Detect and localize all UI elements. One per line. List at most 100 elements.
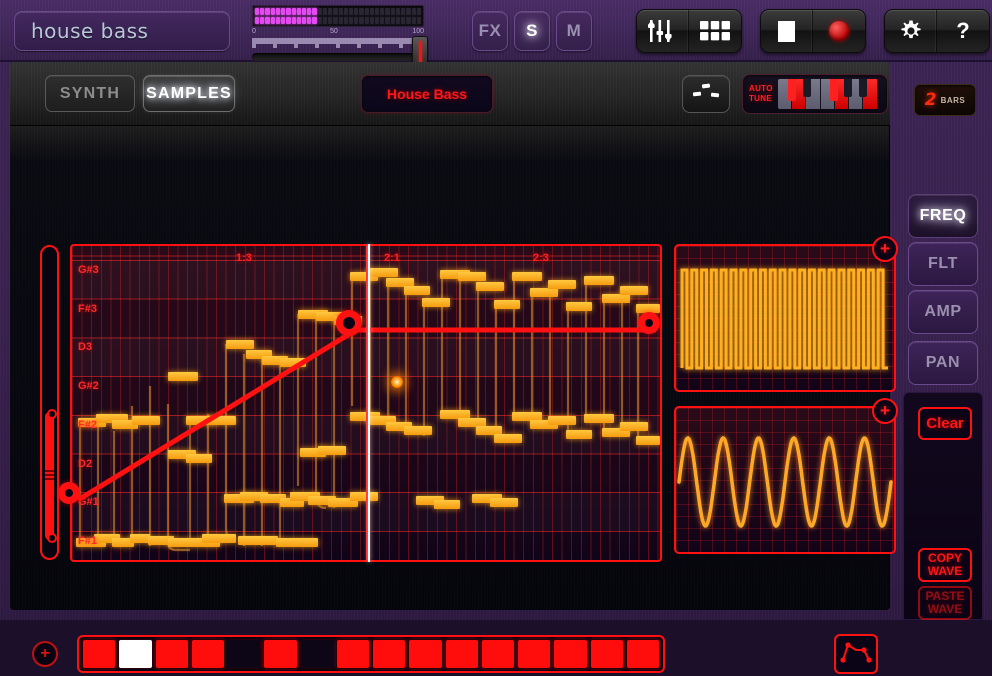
note-sequence-button[interactable]	[682, 75, 730, 113]
sequencer-step[interactable]	[625, 639, 660, 669]
main-panel: SYNTH SAMPLES House Bass AUTO TUNE G#3 F…	[10, 62, 898, 674]
clear-button[interactable]: Clear	[918, 407, 972, 440]
autotune-black-key[interactable]	[788, 79, 797, 101]
tab-synth[interactable]: SYNTH	[45, 75, 135, 112]
note-block[interactable]	[584, 276, 614, 285]
note-block[interactable]	[584, 414, 614, 423]
note-block[interactable]	[620, 286, 648, 295]
sequencer-step[interactable]	[118, 639, 153, 669]
note-block[interactable]	[132, 416, 160, 425]
freq-button[interactable]: FREQ	[908, 194, 978, 238]
note-block[interactable]	[458, 272, 486, 281]
add-square-wave-button[interactable]: +	[872, 236, 898, 262]
note-block[interactable]	[318, 446, 346, 455]
vu-segment	[406, 8, 411, 15]
sequencer-step[interactable]	[444, 639, 479, 669]
pads-view-button[interactable]	[689, 10, 741, 52]
stop-button[interactable]	[761, 10, 813, 52]
copy-wave-button[interactable]: COPY WAVE	[918, 548, 972, 582]
note-block[interactable]	[476, 282, 504, 291]
fx-button[interactable]: FX	[472, 11, 508, 51]
note-block[interactable]	[404, 426, 432, 435]
sequencer-step[interactable]	[82, 639, 117, 669]
vu-segment	[369, 17, 375, 24]
sequencer-step[interactable]	[372, 639, 407, 669]
note-block[interactable]	[494, 300, 520, 309]
vu-segment	[359, 17, 364, 24]
tab-samples[interactable]: SAMPLES	[143, 75, 235, 112]
note-block[interactable]	[350, 492, 378, 501]
sequencer-step[interactable]	[589, 639, 624, 669]
note-block[interactable]	[566, 430, 592, 439]
pan-button[interactable]: PAN	[908, 341, 978, 385]
envelope-button[interactable]	[834, 634, 878, 674]
vu-segment	[348, 17, 354, 24]
flt-button[interactable]: FLT	[908, 242, 978, 286]
square-wave-display[interactable]: +	[674, 236, 898, 392]
scrollbar-handle[interactable]	[45, 409, 57, 543]
autotune-black-key[interactable]	[829, 79, 838, 101]
vu-segment	[395, 8, 401, 15]
mixer-view-button[interactable]	[637, 10, 689, 52]
sequencer-step[interactable]	[480, 639, 515, 669]
add-sine-wave-button[interactable]: +	[872, 398, 898, 424]
bars-display[interactable]: 2 BARS	[914, 84, 976, 116]
note-block[interactable]	[280, 358, 306, 367]
sequencer-step[interactable]	[263, 639, 298, 669]
note-block[interactable]	[636, 436, 660, 445]
autotune-black-key[interactable]	[858, 79, 867, 97]
sine-wave-display[interactable]: +	[674, 398, 898, 554]
sequencer-step[interactable]	[154, 639, 189, 669]
note-block[interactable]	[404, 286, 430, 295]
note-block[interactable]	[202, 534, 236, 543]
note-block[interactable]	[434, 500, 460, 509]
piano-roll-editor[interactable]: G#3 F#3 D3 G#2 F#2 D2 G#1 F#1 1:3 2:1 2:3	[70, 244, 662, 562]
note-block[interactable]	[620, 422, 648, 431]
settings-button[interactable]	[885, 10, 937, 52]
note-block[interactable]	[548, 416, 576, 425]
note-block[interactable]	[130, 534, 150, 543]
note-block[interactable]	[238, 536, 278, 545]
preset-name-field[interactable]: house bass	[14, 11, 230, 51]
sequencer-step[interactable]	[190, 639, 225, 669]
record-button[interactable]	[813, 10, 865, 52]
solo-button[interactable]: S	[514, 11, 550, 51]
add-step-button[interactable]: +	[32, 641, 58, 667]
autotune-widget[interactable]: AUTO TUNE	[742, 74, 888, 114]
automation-node-1[interactable]	[58, 482, 80, 504]
note-block[interactable]	[208, 416, 236, 425]
note-block[interactable]	[490, 498, 518, 507]
note-block[interactable]	[530, 288, 558, 297]
note-block[interactable]	[276, 538, 318, 547]
note-block[interactable]	[566, 302, 592, 311]
help-button[interactable]: ?	[937, 10, 989, 52]
sequencer-step[interactable]	[408, 639, 443, 669]
pitch-scrollbar[interactable]	[40, 245, 59, 560]
sequencer-step[interactable]	[299, 639, 334, 669]
note-block[interactable]	[168, 372, 198, 381]
mute-button[interactable]: M	[556, 11, 592, 51]
automation-node-2[interactable]	[336, 310, 362, 336]
sample-name-display[interactable]: House Bass	[361, 75, 493, 113]
note-block[interactable]	[494, 434, 522, 443]
autotune-keyboard[interactable]	[777, 79, 878, 109]
paste-wave-button[interactable]: PASTE WAVE	[918, 586, 972, 620]
automation-node-3[interactable]	[638, 312, 660, 334]
sequencer-step[interactable]	[227, 639, 262, 669]
playhead[interactable]	[368, 244, 370, 562]
amp-button[interactable]: AMP	[908, 290, 978, 334]
sequencer-step[interactable]	[517, 639, 552, 669]
sequencer-step[interactable]	[553, 639, 588, 669]
sequencer-step[interactable]	[335, 639, 370, 669]
autotune-black-key[interactable]	[802, 79, 811, 97]
note-block[interactable]	[548, 280, 576, 289]
step-list[interactable]	[77, 635, 665, 673]
note-block[interactable]	[602, 294, 630, 303]
autotune-black-key[interactable]	[844, 79, 853, 97]
piano-roll-canvas[interactable]: G#3 F#3 D3 G#2 F#2 D2 G#1 F#1 1:3 2:1 2:3	[70, 244, 662, 562]
note-block[interactable]	[226, 340, 254, 349]
note-block[interactable]	[512, 272, 542, 281]
note-block[interactable]	[368, 268, 398, 277]
note-block[interactable]	[422, 298, 450, 307]
note-block[interactable]	[186, 454, 212, 463]
